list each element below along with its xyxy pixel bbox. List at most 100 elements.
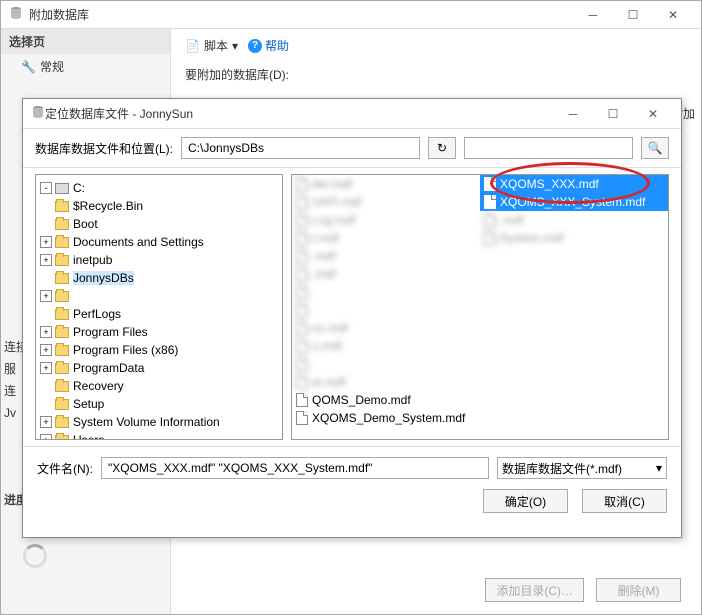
file-label: Log.mdf bbox=[312, 213, 355, 227]
file-label: s.mdf bbox=[312, 339, 341, 353]
tree-node[interactable]: + Program Files (x86) bbox=[40, 341, 278, 359]
folder-icon bbox=[55, 345, 69, 356]
add-dir-button[interactable]: 添加目录(C)… bbox=[485, 578, 584, 602]
tree-node[interactable]: + inetpub bbox=[40, 251, 278, 269]
filename-label: 文件名(N): bbox=[37, 460, 93, 477]
db-icon bbox=[9, 6, 23, 23]
file-item[interactable]: .mdf bbox=[292, 247, 480, 265]
folder-tree[interactable]: - C: $Recycle.Bin Boot + Documents and Set… bbox=[35, 174, 283, 440]
refresh-button[interactable]: ↻ bbox=[428, 137, 456, 159]
file-item[interactable]: t.mdf bbox=[292, 229, 480, 247]
remove-button[interactable]: 删除(M) bbox=[596, 578, 681, 602]
expander-icon[interactable]: - bbox=[40, 182, 52, 194]
file-item[interactable]: .mdf bbox=[292, 265, 480, 283]
file-label: .mdf bbox=[312, 249, 335, 263]
file-item[interactable] bbox=[292, 355, 480, 373]
tree-label: Users bbox=[73, 433, 104, 440]
script-button[interactable]: 📄 脚本 ▾ bbox=[185, 37, 238, 54]
file-icon bbox=[484, 177, 496, 191]
expander-icon[interactable]: + bbox=[40, 416, 52, 428]
file-icon bbox=[296, 195, 308, 209]
dialog-close-button[interactable]: ✕ bbox=[633, 100, 673, 128]
search-icon: 🔍 bbox=[648, 141, 663, 155]
file-label: System.mdf bbox=[500, 231, 563, 245]
file-item[interactable]: XQOMS_Demo_System.mdf bbox=[292, 409, 480, 427]
file-icon bbox=[296, 213, 308, 227]
tree-label: Documents and Settings bbox=[73, 235, 204, 249]
tree-node[interactable]: Boot bbox=[40, 215, 278, 233]
dialog-maximize-button[interactable]: ☐ bbox=[593, 100, 633, 128]
tree-node[interactable]: $Recycle.Bin bbox=[40, 197, 278, 215]
dialog-minimize-button[interactable]: ─ bbox=[553, 100, 593, 128]
script-icon: 📄 bbox=[185, 39, 200, 53]
path-input[interactable] bbox=[181, 137, 420, 159]
tree-node[interactable]: + bbox=[40, 287, 278, 305]
file-icon bbox=[296, 411, 308, 425]
help-link[interactable]: ? 帮助 bbox=[248, 37, 289, 54]
tree-label: C: bbox=[73, 181, 85, 195]
tree-node[interactable]: + Users bbox=[40, 431, 278, 440]
file-item[interactable] bbox=[292, 301, 480, 319]
parent-title: 附加数据库 bbox=[29, 6, 573, 23]
tree-node[interactable]: PerfLogs bbox=[40, 305, 278, 323]
search-input[interactable] bbox=[464, 137, 633, 159]
file-item[interactable]: er.mdf bbox=[292, 373, 480, 391]
dropdown-icon: ▾ bbox=[232, 39, 238, 53]
file-label: es.mdf bbox=[312, 321, 348, 335]
tree-node[interactable]: + Documents and Settings bbox=[40, 233, 278, 251]
expander-icon[interactable]: + bbox=[40, 434, 52, 440]
file-item[interactable] bbox=[292, 283, 480, 301]
chevron-down-icon: ▾ bbox=[656, 461, 662, 475]
tree-node[interactable]: JonnysDBs bbox=[40, 269, 278, 287]
file-item[interactable]: XQOMS_XXX.mdf bbox=[480, 175, 668, 193]
search-button[interactable]: 🔍 bbox=[641, 137, 669, 159]
file-icon bbox=[296, 357, 308, 371]
expander-icon[interactable]: + bbox=[40, 362, 52, 374]
expander-icon[interactable]: + bbox=[40, 290, 52, 302]
tree-node[interactable]: +Program Files bbox=[40, 323, 278, 341]
tree-node[interactable]: Recovery bbox=[40, 377, 278, 395]
dialog-titlebar: 定位数据库文件 - JonnySun ─ ☐ ✕ bbox=[23, 99, 681, 129]
cancel-button[interactable]: 取消(C) bbox=[582, 489, 667, 513]
file-item[interactable]: System.mdf bbox=[480, 229, 668, 247]
file-item[interactable]: es.mdf bbox=[292, 319, 480, 337]
tree-node[interactable]: - C: bbox=[40, 179, 278, 197]
file-item[interactable]: s.mdf bbox=[292, 337, 480, 355]
maximize-button[interactable]: ☐ bbox=[613, 1, 653, 29]
file-icon bbox=[484, 231, 496, 245]
file-item[interactable]: XQOMS_XXX_System.mdf bbox=[480, 193, 668, 211]
expander-icon[interactable]: + bbox=[40, 236, 52, 248]
tree-node[interactable]: +System Volume Information bbox=[40, 413, 278, 431]
ok-button[interactable]: 确定(O) bbox=[483, 489, 568, 513]
path-label: 数据库数据文件和位置(L): bbox=[35, 140, 173, 157]
tree-label: inetpub bbox=[73, 253, 112, 267]
folder-icon bbox=[55, 381, 69, 392]
page-general[interactable]: 🔧 常规 bbox=[1, 54, 170, 79]
file-icon bbox=[296, 249, 308, 263]
filename-input[interactable] bbox=[101, 457, 489, 479]
file-label: XQOMS_XXX_System.mdf bbox=[500, 195, 645, 209]
expander-icon[interactable]: + bbox=[40, 326, 52, 338]
file-icon bbox=[296, 321, 308, 335]
help-icon: ? bbox=[248, 39, 262, 53]
tree-node[interactable]: Setup bbox=[40, 395, 278, 413]
file-label: QOMS_Demo.mdf bbox=[312, 393, 411, 407]
file-filter-select[interactable]: 数据库数据文件(*.mdf) ▾ bbox=[497, 457, 667, 479]
tree-node[interactable]: +ProgramData bbox=[40, 359, 278, 377]
file-item[interactable]: Log.mdf bbox=[292, 211, 480, 229]
expander-icon[interactable]: + bbox=[40, 254, 52, 266]
tree-label: Program Files (x86) bbox=[73, 343, 178, 357]
close-button[interactable]: ✕ bbox=[653, 1, 693, 29]
file-item[interactable]: .mdf bbox=[480, 211, 668, 229]
folder-icon bbox=[55, 399, 69, 410]
file-item[interactable]: der.mdf bbox=[292, 175, 480, 193]
file-item[interactable]: 1API.mdf bbox=[292, 193, 480, 211]
minimize-button[interactable]: ─ bbox=[573, 1, 613, 29]
file-list[interactable]: der.mdf1API.mdfLog.mdft.mdf.mdf.mdfes.md… bbox=[291, 174, 669, 440]
folder-icon bbox=[55, 435, 69, 441]
folder-icon bbox=[55, 255, 69, 266]
file-item[interactable]: QOMS_Demo.mdf bbox=[292, 391, 480, 409]
file-icon bbox=[484, 195, 496, 209]
expander-icon[interactable]: + bbox=[40, 344, 52, 356]
folder-icon bbox=[55, 237, 69, 248]
